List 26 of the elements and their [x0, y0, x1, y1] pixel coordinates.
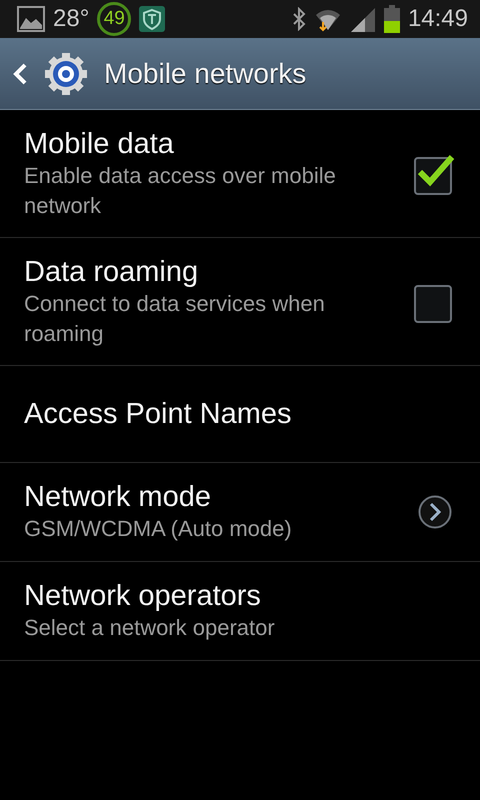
setting-summary: GSM/WCDMA (Auto mode) [24, 515, 293, 543]
back-button[interactable] [12, 52, 88, 96]
temperature-text: 28° [53, 4, 90, 34]
setting-title: Access Point Names [24, 397, 293, 431]
gear-icon [44, 52, 88, 96]
back-icon [12, 62, 28, 86]
setting-row[interactable]: Access Point Names [0, 366, 480, 463]
chevron-icon [418, 495, 452, 529]
setting-title: Mobile data [24, 126, 175, 160]
setting-summary: Connect to data services when roaming [24, 290, 326, 348]
setting-row[interactable]: Mobile data Enable data access over mobile network [0, 110, 480, 238]
setting-title: Data roaming [24, 254, 200, 288]
gallery-icon [17, 6, 45, 32]
setting-summary: Enable data access over mobile network [24, 162, 337, 220]
clock-text: 14:49 [408, 4, 468, 34]
setting-row[interactable]: Network operators Select a network operator [0, 562, 480, 661]
bluetooth-icon [292, 7, 306, 31]
setting-title: Network operators [24, 579, 262, 613]
setting-title: Network mode [24, 480, 212, 514]
screen-title: Mobile networks [104, 56, 306, 90]
shield-icon [139, 6, 166, 32]
setting-summary: Select a network operator [24, 614, 276, 642]
signal-icon [350, 6, 376, 32]
battery-icon [384, 5, 400, 33]
setting-row[interactable]: Network mode GSM/WCDMA (Auto mode) [0, 463, 480, 562]
setting-row[interactable]: Data roaming Connect to data services when roaming [0, 238, 480, 366]
